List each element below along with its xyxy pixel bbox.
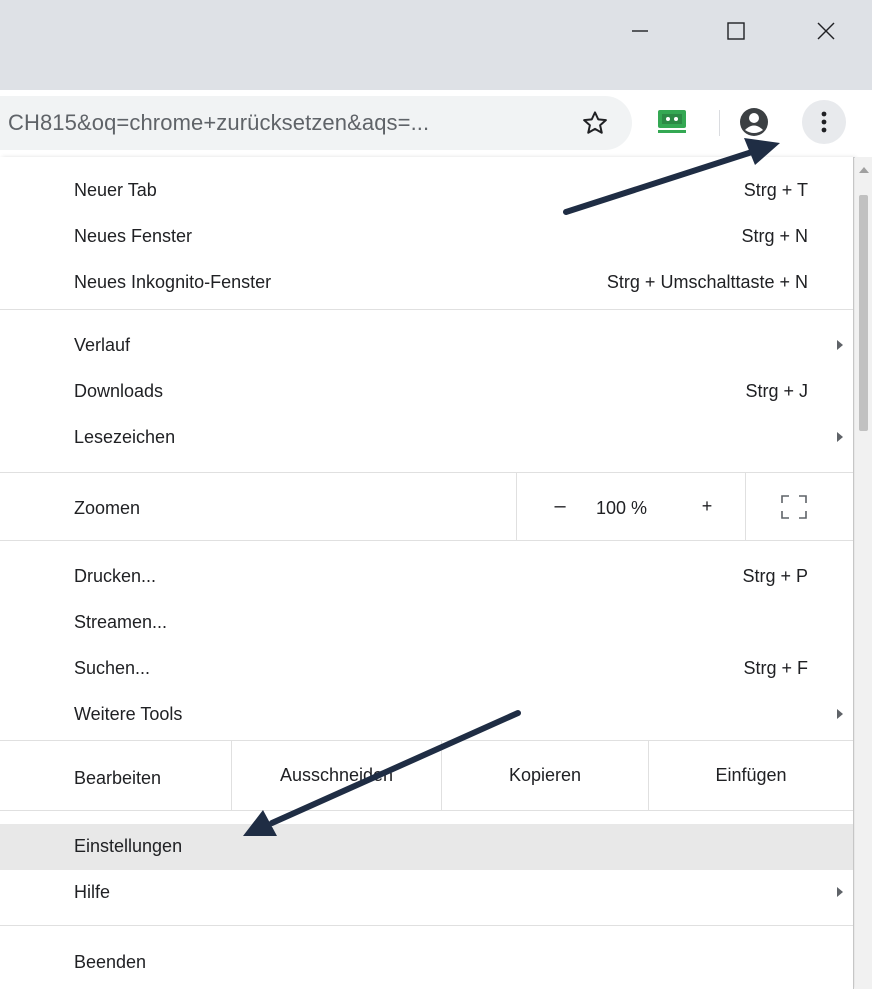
minimize-button[interactable] [614,8,666,54]
menu-item-find[interactable]: Suchen... Strg + F [0,646,853,692]
star-icon[interactable] [580,108,610,138]
address-bar-text: CH815&oq=chrome+zurücksetzen&aqs=... [8,110,430,135]
cut-button[interactable]: Ausschneiden [232,740,441,810]
menu-separator [0,309,853,310]
menu-item-shortcut: Strg + F [743,658,808,678]
submenu-arrow-icon [837,340,843,350]
menu-item-label: Beenden [74,952,147,972]
copy-button[interactable]: Kopieren [442,740,648,810]
toolbar-separator [719,110,720,136]
fullscreen-icon[interactable] [780,494,808,520]
menu-item-shortcut: Strg + N [741,226,808,246]
paste-label: Einfügen [715,764,787,785]
menu-item-label: Neues Fenster [74,226,193,246]
menu-item-exit[interactable]: Beenden [0,940,853,986]
menu-separator [0,540,853,541]
extension-icon[interactable] [656,108,688,134]
zoom-row: Zoomen – 100 % + [0,472,853,540]
profile-icon[interactable] [738,106,770,138]
menu-item-label: Streamen... [74,612,168,632]
menu-item-label: Drucken... [74,566,157,586]
chrome-main-menu: Neuer Tab Strg + T Neues Fenster Strg + … [0,157,854,989]
menu-item-more-tools[interactable]: Weitere Tools [0,692,853,738]
menu-item-help[interactable]: Hilfe [0,870,853,916]
zoom-divider [745,472,746,540]
menu-item-settings[interactable]: Einstellungen [0,824,853,870]
copy-label: Kopieren [508,764,582,785]
menu-item-label: Hilfe [74,882,111,902]
menu-item-label: Einstellungen [74,836,183,856]
cut-label: Ausschneiden [279,764,394,785]
menu-item-label: Neuer Tab [74,180,157,200]
menu-item-cast[interactable]: Streamen... [0,600,853,646]
submenu-arrow-icon [837,709,843,719]
menu-item-shortcut: Strg + P [742,566,808,586]
scroll-up-icon[interactable] [859,167,869,173]
more-menu-icon [821,111,827,133]
zoom-in-button[interactable]: + [692,486,722,526]
window-title-bar [0,0,872,90]
menu-item-bookmarks[interactable]: Lesezeichen [0,415,853,461]
zoom-out-button[interactable]: – [545,486,575,526]
menu-item-print[interactable]: Drucken... Strg + P [0,554,853,600]
zoom-level: 100 % [596,498,648,518]
page-scrollbar[interactable] [855,157,872,989]
menu-item-history[interactable]: Verlauf [0,323,853,369]
browser-toolbar: CH815&oq=chrome+zurücksetzen&aqs=... [0,90,872,158]
menu-item-shortcut: Strg + Umschalttaste + N [606,272,808,292]
menu-item-new-window[interactable]: Neues Fenster Strg + N [0,214,853,260]
close-icon [817,22,835,40]
edit-label: Bearbeiten [74,768,162,788]
more-menu-button[interactable] [802,100,846,144]
menu-item-label: Downloads [74,381,164,401]
menu-item-shortcut: Strg + J [745,381,808,401]
edit-row: Bearbeiten Ausschneiden Kopieren Einfüge… [0,740,853,810]
menu-item-label: Neues Inkognito-Fenster [74,272,272,292]
minimize-icon [632,30,648,32]
zoom-label: Zoomen [74,498,141,518]
menu-separator [0,810,853,811]
submenu-arrow-icon [837,887,843,897]
menu-item-label: Suchen... [74,658,151,678]
close-button[interactable] [800,8,852,54]
address-bar[interactable]: CH815&oq=chrome+zurücksetzen&aqs=... [0,96,632,150]
menu-item-downloads[interactable]: Downloads Strg + J [0,369,853,415]
zoom-divider [516,472,517,540]
menu-item-label: Lesezeichen [74,427,176,447]
maximize-button[interactable] [710,8,762,54]
menu-item-label: Verlauf [74,335,131,355]
scrollbar-thumb[interactable] [859,195,868,431]
menu-item-label: Weitere Tools [74,704,183,724]
maximize-icon [727,22,745,40]
menu-item-shortcut: Strg + T [743,180,808,200]
paste-button[interactable]: Einfügen [649,740,853,810]
menu-separator [0,925,853,926]
menu-item-new-tab[interactable]: Neuer Tab Strg + T [0,168,853,214]
submenu-arrow-icon [837,432,843,442]
menu-item-new-incognito-window[interactable]: Neues Inkognito-Fenster Strg + Umschaltt… [0,260,853,306]
